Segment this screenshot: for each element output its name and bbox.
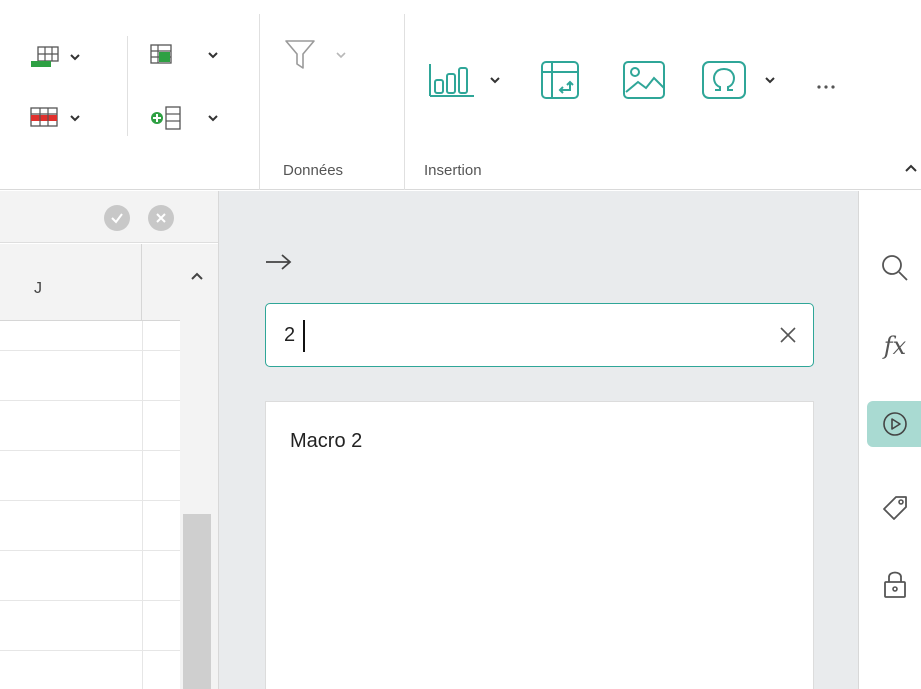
chevron-down-icon — [336, 52, 346, 59]
filter-button[interactable] — [284, 38, 348, 72]
collapse-ribbon-icon[interactable] — [903, 160, 919, 176]
check-icon — [111, 213, 123, 224]
column-header-j[interactable]: J — [0, 244, 142, 321]
group-label-data: Données — [283, 162, 344, 179]
column-header-row: J — [0, 244, 180, 321]
chevron-up-icon[interactable] — [188, 268, 206, 284]
right-sidebar: fx — [858, 191, 921, 689]
row-divider — [0, 550, 180, 551]
macro-search-box — [265, 303, 814, 367]
delete-rows-button[interactable] — [30, 107, 82, 129]
search-icon — [882, 255, 908, 281]
macro-search-input[interactable] — [284, 318, 744, 352]
insert-rows-button[interactable] — [30, 46, 82, 68]
row-divider — [0, 600, 180, 601]
insert-table-button[interactable] — [150, 44, 220, 66]
delete-rows-icon — [30, 107, 58, 127]
macro-list-item[interactable]: Macro 2 — [290, 430, 362, 453]
column-label: J — [34, 280, 42, 297]
insert-table-icon — [150, 44, 172, 64]
macro-panel: Macro 2 — [218, 191, 858, 689]
tag-icon — [883, 496, 907, 520]
omega-symbol-icon — [702, 61, 746, 99]
sidebar-search-button[interactable] — [867, 245, 921, 291]
close-icon — [156, 213, 166, 223]
image-icon — [623, 61, 665, 99]
sidebar-tag-button[interactable] — [867, 485, 921, 531]
insert-columns-icon — [151, 106, 181, 130]
symbol-button[interactable] — [701, 60, 777, 100]
vertical-scrollbar[interactable] — [180, 244, 218, 689]
spreadsheet-grid[interactable]: J — [0, 244, 218, 689]
sidebar-function-button[interactable]: fx — [867, 323, 921, 369]
lock-icon — [884, 571, 906, 598]
row-divider — [0, 500, 180, 501]
formula-bar — [0, 191, 218, 243]
chevron-down-icon — [208, 52, 218, 59]
function-icon: fx — [883, 332, 907, 360]
insert-rows-icon — [31, 46, 59, 67]
pivot-table-icon — [541, 61, 579, 99]
macro-list: Macro 2 — [265, 401, 814, 689]
clear-search-icon[interactable] — [777, 324, 799, 346]
row-divider — [0, 350, 180, 351]
sidebar-macro-button[interactable] — [867, 401, 921, 447]
chart-button[interactable] — [428, 62, 502, 98]
column-divider — [142, 321, 143, 689]
more-icon — [817, 85, 835, 89]
group-label-insertion: Insertion — [424, 162, 482, 179]
pivot-table-button[interactable] — [540, 60, 580, 100]
chevron-down-icon — [70, 115, 80, 122]
filter-icon — [285, 40, 315, 69]
chevron-down-icon — [208, 115, 218, 122]
confirm-button[interactable] — [104, 205, 130, 231]
image-button[interactable] — [622, 60, 666, 100]
row-divider — [0, 650, 180, 651]
insert-columns-button[interactable] — [150, 105, 220, 131]
sidebar-lock-button[interactable] — [867, 561, 921, 607]
row-divider — [0, 400, 180, 401]
more-button[interactable] — [816, 84, 836, 90]
scrollbar-thumb[interactable] — [183, 514, 211, 689]
ribbon-separator — [127, 36, 128, 136]
macro-play-icon — [883, 412, 907, 436]
ribbon-separator — [259, 14, 260, 190]
ribbon-separator — [404, 14, 405, 190]
row-divider — [0, 450, 180, 451]
cancel-button[interactable] — [148, 205, 174, 231]
arrow-right-icon[interactable] — [263, 251, 295, 273]
chevron-down-icon — [70, 54, 80, 61]
bar-chart-icon — [429, 64, 474, 97]
chevron-down-icon — [490, 77, 500, 84]
text-caret — [303, 320, 305, 352]
ribbon: Données Insertion — [0, 0, 921, 190]
chevron-down-icon — [765, 77, 775, 84]
